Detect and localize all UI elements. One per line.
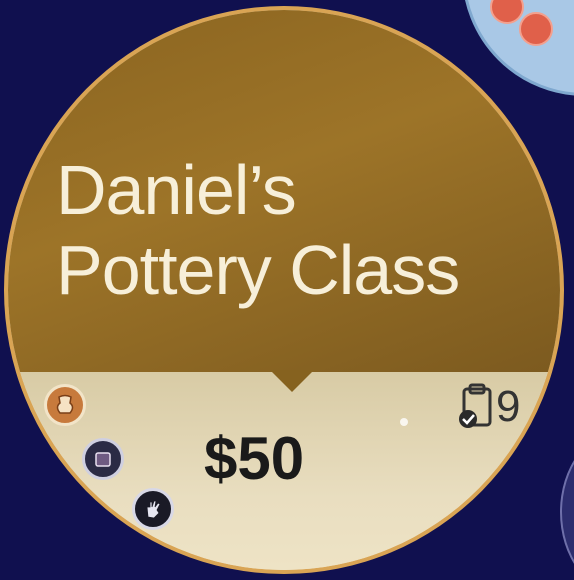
hand-token-icon[interactable] bbox=[132, 488, 174, 530]
activity-card[interactable]: Daniel’s Pottery Class $50 9 bbox=[4, 6, 564, 574]
card-price: $50 bbox=[204, 425, 305, 492]
sparkle bbox=[400, 418, 408, 426]
card-stat: 9 bbox=[456, 382, 520, 432]
game-board: Daniel’s Pottery Class $50 9 bbox=[0, 0, 574, 580]
card-title-line1: Daniel’s bbox=[56, 151, 297, 229]
header-pointer bbox=[270, 370, 314, 392]
stat-value: 9 bbox=[496, 382, 521, 431]
clipboard-check-icon bbox=[456, 383, 496, 431]
card-title: Daniel’s Pottery Class bbox=[56, 150, 556, 310]
square-token-icon[interactable] bbox=[82, 438, 124, 480]
edge-bubble[interactable] bbox=[560, 430, 574, 580]
pottery-token-icon[interactable] bbox=[44, 384, 86, 426]
card-title-line2: Pottery Class bbox=[56, 231, 460, 309]
